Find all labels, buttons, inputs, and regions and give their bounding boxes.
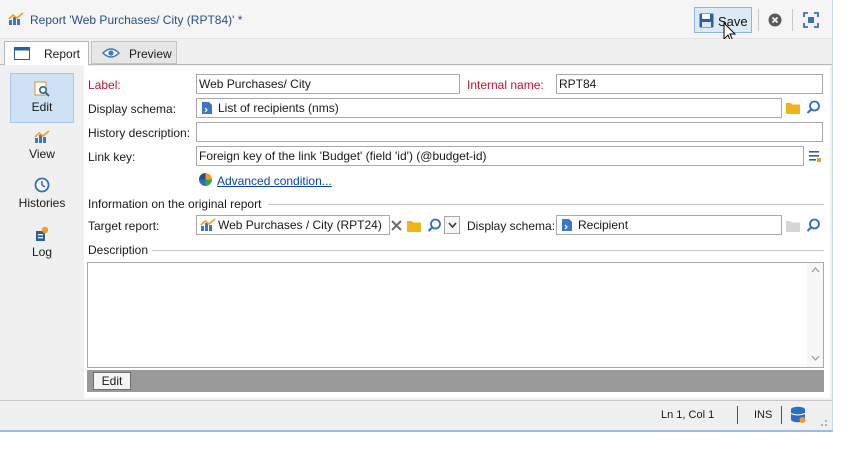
history-description-label: History description: [88,126,191,140]
label-input[interactable]: Web Purchases/ City [196,74,460,94]
target-report-dropdown[interactable] [444,216,460,234]
description-scrollbar[interactable] [807,263,823,367]
search-icon[interactable] [427,218,442,233]
report-editor-window: Report 'Web Purchases/ City (RPT84)' * S… [0,0,833,432]
group-divider [268,204,824,205]
label-field-label: Label: [88,78,121,92]
display-schema-label: Display schema: [88,102,177,116]
history-clock-icon [34,177,50,193]
toolbar-separator [792,9,793,31]
nav-view-label: View [29,147,55,161]
display-schema-2-input[interactable]: Recipient [556,215,782,235]
status-separator [737,406,738,424]
database-icon [790,406,806,423]
nav-item-log[interactable]: Log [10,226,74,264]
tab-report-label: Report [44,47,81,61]
schema-icon [562,219,572,231]
nav-edit-label: Edit [31,100,53,114]
link-key-label: Link key: [88,150,136,164]
close-circle-icon[interactable] [768,13,782,27]
description-textarea[interactable] [87,262,824,368]
folder-icon[interactable] [407,219,421,232]
description-label: Description [88,243,149,257]
report-chart-icon [8,12,24,25]
nav-item-edit[interactable]: Edit [10,73,74,123]
tab-bar: Report Preview [0,39,832,66]
tab-report[interactable]: Report [4,41,89,66]
nav-item-histories[interactable]: Histories [10,177,74,215]
status-separator [781,406,782,424]
internal-name-label: Internal name: [467,78,544,92]
folder-icon[interactable] [786,101,800,114]
insert-mode: INS [754,409,773,421]
nav-histories-label: Histories [18,196,66,210]
nav-log-label: Log [31,245,53,259]
maximize-icon[interactable] [803,12,819,28]
left-navigation: Edit View Histories Log [0,65,80,400]
target-report-value: Web Purchases / City (RPT24) [218,218,382,232]
tab-edit[interactable]: Edit [93,372,131,390]
target-report-label: Target report: [88,219,160,233]
search-icon[interactable] [806,218,821,233]
clear-x-icon[interactable] [390,219,403,232]
internal-name-input[interactable]: RPT84 [556,74,823,94]
report-chart-icon [200,218,216,231]
target-report-input[interactable]: Web Purchases / City (RPT24) [196,215,390,235]
link-key-input[interactable]: Foreign key of the link 'Budget' (field … [196,146,804,166]
report-window-icon [14,47,30,60]
display-schema-2-value: Recipient [578,218,629,232]
chart-icon [34,130,50,143]
display-schema-input[interactable]: List of recipients (nms) [196,98,782,118]
tab-preview[interactable]: Preview [91,41,177,64]
original-report-group-title: Information on the original report [88,197,262,211]
editor-tab-strip: Edit [87,370,824,392]
list-edit-icon[interactable] [808,149,822,163]
nav-item-view[interactable]: View [10,128,74,166]
scroll-up-icon[interactable] [811,267,820,273]
toolbar-separator [758,9,759,31]
tab-preview-label: Preview [129,47,172,61]
log-icon [36,226,49,241]
scroll-down-icon[interactable] [811,355,820,361]
eye-icon [102,48,120,58]
group-divider [152,250,824,251]
schema-icon [202,102,212,114]
advanced-condition-link[interactable]: Advanced condition... [217,174,332,188]
chevron-down-icon [448,222,457,229]
window-title: Report 'Web Purchases/ City (RPT84)' * [30,13,243,27]
status-bar: Ln 1, Col 1 INS [0,400,832,430]
advanced-condition-icon [199,173,212,186]
title-bar: Report 'Web Purchases/ City (RPT84)' * S… [0,0,832,43]
link-key-value: Foreign key of the link 'Budget' (field … [199,149,487,163]
label-input-value: Web Purchases/ City [199,77,311,91]
floppy-disk-icon [699,13,714,28]
folder-disabled-icon [786,221,800,232]
resize-grip-icon[interactable] [818,417,828,427]
history-description-input[interactable] [196,122,823,142]
display-schema-value: List of recipients (nms) [218,101,339,115]
cursor-position: Ln 1, Col 1 [661,409,715,421]
internal-name-value: RPT84 [559,77,597,91]
search-icon[interactable] [806,100,821,115]
edit-magnifier-icon [34,81,50,97]
display-schema-2-label: Display schema: [467,219,556,233]
